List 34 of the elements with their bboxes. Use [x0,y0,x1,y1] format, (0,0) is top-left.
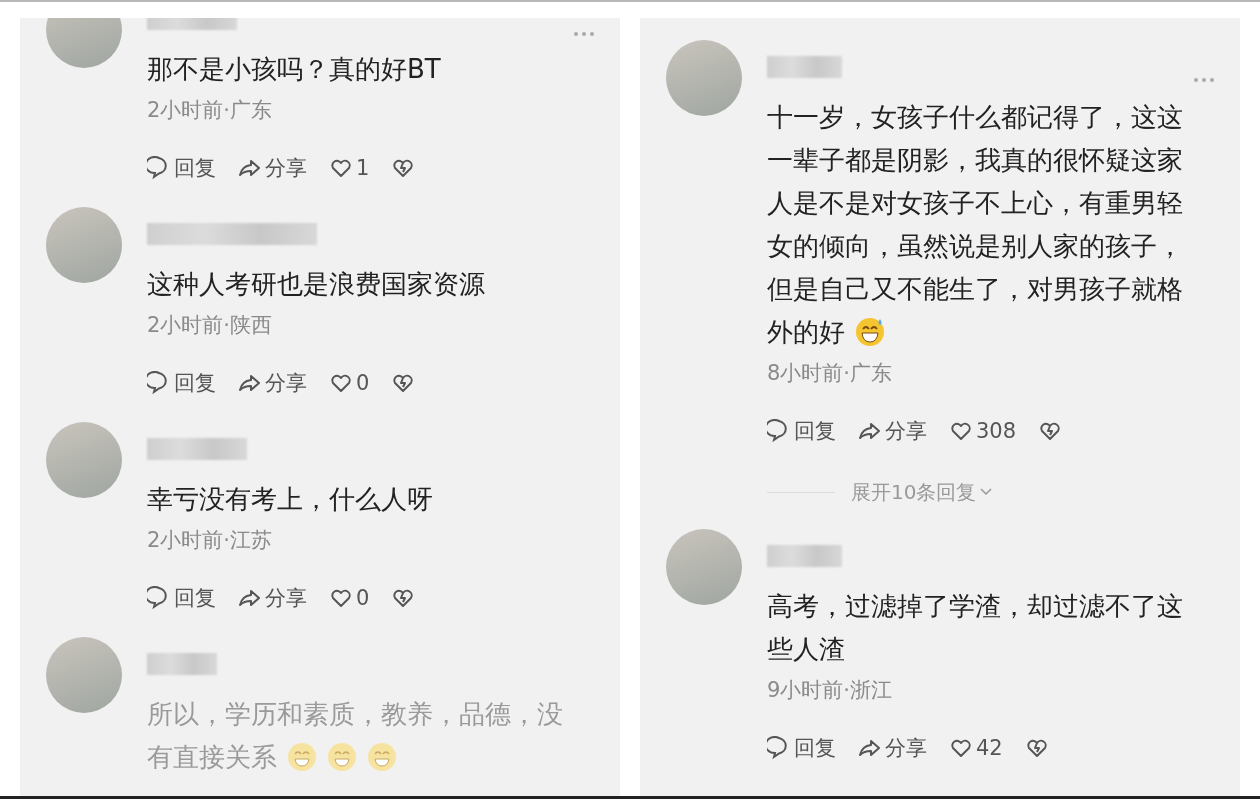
share-button[interactable]: 分享 [238,584,307,612]
like-button[interactable]: 0 [329,371,370,395]
grin-emoji-icon [327,742,357,772]
comment-meta: 9小时前·浙江 [767,677,893,704]
chevron-down-icon [979,487,994,497]
comment-meta: 8小时前·广东 [767,360,893,387]
share-button[interactable]: 分享 [858,734,927,762]
reply-button[interactable]: 回复 [767,417,836,445]
blurred-username [147,653,217,675]
like-button[interactable]: 1 [329,156,370,180]
more-options-icon[interactable] [1192,76,1216,84]
sweat-grin-emoji-icon [855,317,885,347]
share-button[interactable]: 分享 [858,417,927,445]
comment-text: 那不是小孩吗？真的好BT [147,53,441,86]
share-button[interactable]: 分享 [238,154,307,182]
like-button[interactable]: 42 [949,736,1003,760]
comment-text: 幸亏没有考上，什么人呀 [147,483,433,516]
more-options-icon[interactable] [572,30,596,38]
reply-button[interactable]: 回复 [147,584,216,612]
reply-button[interactable]: 回复 [147,154,216,182]
comment-meta: 2小时前·陕西 [147,312,273,339]
share-button[interactable]: 分享 [238,369,307,397]
like-button[interactable]: 308 [949,419,1017,443]
comment-text: 高考，过滤掉了学渣，却过滤不了这些人渣 [767,590,1184,666]
comment-meta: 2小时前·广东 [147,97,273,124]
comment-text: 这种人考研也是浪费国家资源 [147,268,485,301]
grin-emoji-icon [287,742,317,772]
reply-button[interactable]: 回复 [767,734,836,762]
comment-text: 所以，学历和素质，教养，品德，没有直接关系 [147,698,564,774]
comment-meta: 2小时前·江苏 [147,527,273,554]
comment-text: 十一岁，女孩子什么都记得了，这这一辈子都是阴影，我真的很怀疑这家人是不是对女孩子不上心，有重男轻女的倾向，虽然说是别人家的孩子，但是自己又不能生了，对男孩子就格外的好 [767,101,1184,349]
like-button[interactable]: 0 [329,586,370,610]
grin-emoji-icon [367,742,397,772]
reply-button[interactable]: 回复 [147,369,216,397]
